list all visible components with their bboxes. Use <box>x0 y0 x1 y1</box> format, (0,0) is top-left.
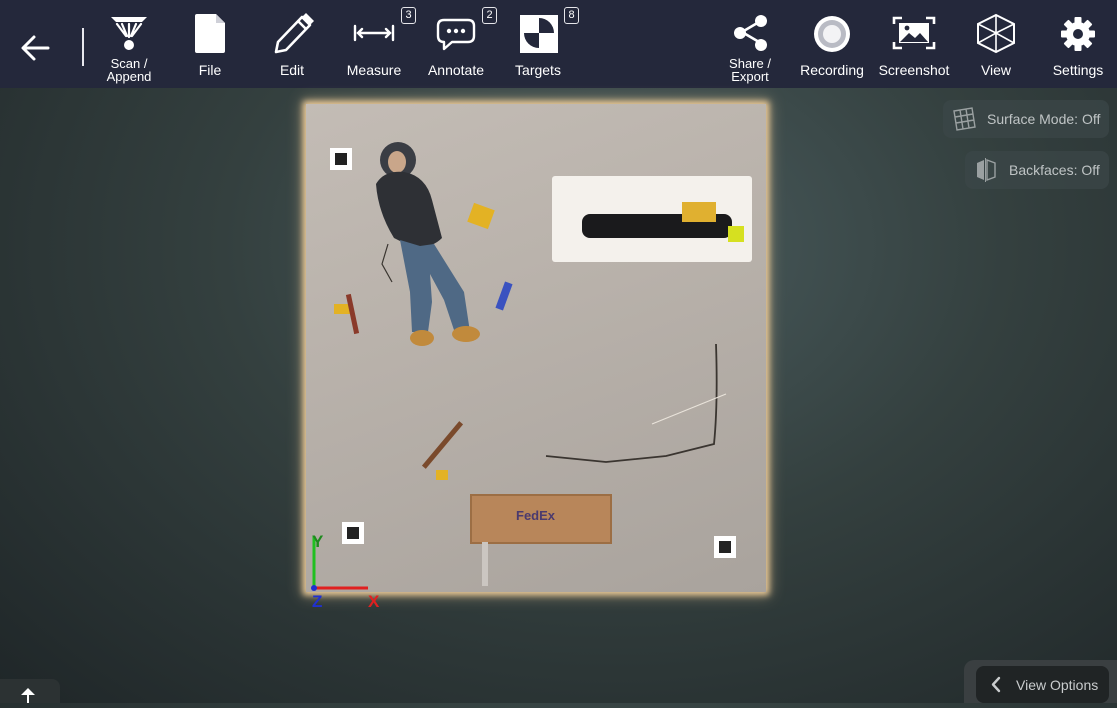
recording-button[interactable]: Recording <box>798 0 866 88</box>
share-export-label: Share / Export <box>729 56 771 84</box>
expand-up-button[interactable] <box>0 679 60 703</box>
scan-append-button[interactable]: Scan / Append <box>98 0 160 88</box>
file-button[interactable]: File <box>180 0 240 88</box>
back-arrow-icon <box>21 35 50 61</box>
top-toolbar: Scan / Append File Edit Measure 3 Annota… <box>0 0 1117 88</box>
scanned-floor: FedEx <box>306 104 766 592</box>
axis-x-label: X <box>368 592 380 611</box>
measure-icon <box>353 24 395 42</box>
screenshot-label: Screenshot <box>878 62 950 78</box>
view-options-button[interactable]: View Options <box>976 666 1109 703</box>
chevron-left-icon <box>991 676 1001 693</box>
scan-append-label: Scan / Append <box>106 56 152 84</box>
view-options-label: View Options <box>1016 676 1099 693</box>
back-button[interactable] <box>14 0 58 88</box>
screenshot-button[interactable]: Screenshot <box>876 0 952 88</box>
backfaces-icon <box>973 157 999 183</box>
fedex-box-label: FedEx <box>516 508 556 523</box>
share-export-button[interactable]: Share / Export <box>720 0 780 88</box>
gear-icon <box>1061 17 1095 51</box>
edit-label: Edit <box>279 62 305 78</box>
surface-mode-toggle[interactable]: Surface Mode: Off <box>943 100 1109 138</box>
targets-count-badge: 8 <box>564 7 579 24</box>
axis-z-label: Z <box>312 592 323 611</box>
scan-viewport[interactable]: FedEx Y Z X <box>300 92 795 622</box>
pencil-icon <box>274 13 314 54</box>
mesh-grid-icon <box>951 106 977 132</box>
backfaces-toggle[interactable]: Backfaces: Off <box>965 151 1109 189</box>
measure-label: Measure <box>346 62 402 78</box>
fedex-box: FedEx <box>470 494 612 544</box>
targets-button[interactable]: Targets <box>506 0 570 88</box>
settings-label: Settings <box>1052 62 1104 78</box>
scan-icon <box>111 17 147 50</box>
annotate-count-badge: 2 <box>482 7 497 24</box>
annotate-label: Annotate <box>427 62 485 78</box>
edit-button[interactable]: Edit <box>262 0 322 88</box>
record-icon <box>814 16 850 52</box>
file-icon <box>195 14 225 53</box>
measure-count-badge: 3 <box>401 7 416 24</box>
view-button[interactable]: View <box>966 0 1026 88</box>
view-label: View <box>980 62 1012 78</box>
box-shadow <box>482 542 488 586</box>
file-label: File <box>198 62 222 78</box>
recording-label: Recording <box>800 62 864 78</box>
surface-mode-label: Surface Mode: Off <box>987 111 1101 127</box>
axis-y-label: Y <box>312 532 324 551</box>
toolbar-divider <box>82 28 84 66</box>
targets-label: Targets <box>515 62 561 78</box>
backfaces-label: Backfaces: Off <box>1009 162 1100 178</box>
share-icon <box>734 15 767 51</box>
measure-button[interactable]: Measure <box>340 0 408 88</box>
arrow-up-icon <box>21 688 35 703</box>
settings-button[interactable]: Settings <box>1046 0 1110 88</box>
screenshot-icon <box>892 16 936 50</box>
cube-icon <box>977 13 1015 54</box>
target-icon <box>520 15 558 53</box>
